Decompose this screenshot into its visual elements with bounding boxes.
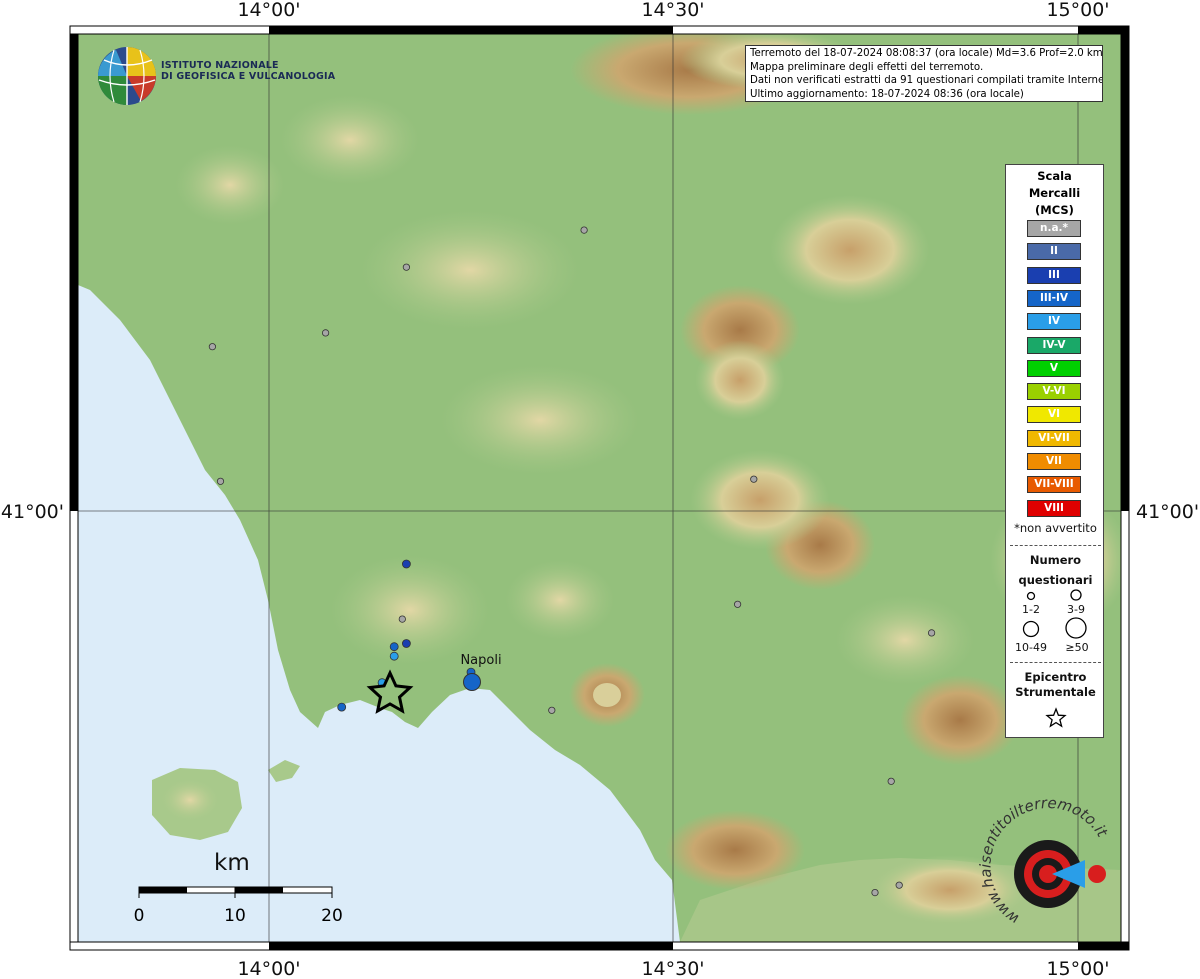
observation-point <box>895 881 903 889</box>
scale-tick-0: 0 <box>134 906 145 926</box>
observation-point <box>887 777 895 785</box>
legend-swatch: III-IV <box>1027 289 1081 307</box>
top-tick-2: 14°30' <box>641 0 704 21</box>
map-body <box>78 34 1121 942</box>
legend-title-line2: Mercalli <box>1028 186 1081 200</box>
globe-icon <box>98 47 156 105</box>
bottom-tick-3: 15°00' <box>1046 958 1109 979</box>
observation-point <box>402 263 410 271</box>
legend-swatch: III <box>1027 266 1081 284</box>
legend-epicenter-title: Epicentro Strumentale <box>1006 670 1105 700</box>
scale-tick-20: 20 <box>321 906 343 926</box>
legend-count-1-2: 1-2 <box>1022 603 1040 616</box>
observation-point <box>401 559 411 569</box>
event-info-box: Terremoto del 18-07-2024 08:08:37 (ora l… <box>745 45 1103 102</box>
legend-swatch: VII <box>1027 453 1081 470</box>
event-info-line3: Dati non verificati estratti da 91 quest… <box>750 75 1103 87</box>
legend-swatch: V <box>1027 359 1081 377</box>
event-info-line1: Terremoto del 18-07-2024 08:08:37 (ora l… <box>750 48 1103 59</box>
scale-tick-10: 10 <box>224 906 246 926</box>
legend-count-3-9: 3-9 <box>1067 603 1085 616</box>
observation-point <box>750 475 758 483</box>
event-info-line2: Mappa preliminare degli effetti del terr… <box>750 61 984 73</box>
legend-swatch: IV-V <box>1027 336 1081 354</box>
right-tick-1: 41°00' <box>1136 501 1199 523</box>
legend-not-felt-note: *non avvertito <box>1014 521 1097 535</box>
observation-point <box>733 600 742 608</box>
legend-swatch: VIII <box>1027 499 1081 517</box>
observation-point <box>871 888 879 897</box>
observation-point <box>208 343 216 351</box>
ingv-name-line1: ISTITUTO NAZIONALE <box>161 60 279 71</box>
ingv-name-line2: DI GEOFISICA E VULCANOLOGIA <box>161 71 336 82</box>
observation-point <box>927 629 936 637</box>
observation-point <box>321 329 330 337</box>
legend-swatch: IV <box>1027 313 1081 331</box>
legend-title-line1: Scala <box>1037 169 1072 183</box>
bottom-tick-2: 14°30' <box>641 958 704 979</box>
observation-point-napoli <box>463 673 481 691</box>
legend-star-icon <box>1045 707 1067 728</box>
legend-swatch: n.a.* <box>1027 220 1081 237</box>
legend-title: Scala Mercalli (MCS) <box>1006 168 1103 219</box>
ingv-name: ISTITUTO NAZIONALE DI GEOFISICA E VULCAN… <box>161 60 335 82</box>
top-tick-3: 15°00' <box>1046 0 1109 21</box>
observation-point <box>389 642 399 652</box>
legend-count-10-49: 10-49 <box>1015 641 1047 654</box>
place-label-napoli: Napoli <box>460 653 501 668</box>
legend-epicenter-line1: Epicentro <box>1024 670 1087 684</box>
observation-point <box>401 639 411 648</box>
legend-swatch: VII-VIII <box>1027 476 1081 494</box>
legend-swatch: V-VI <box>1027 383 1081 401</box>
legend-title-line3: (MCS) <box>1035 203 1074 217</box>
legend-swatch: VI <box>1027 406 1081 424</box>
legend-count-title: Numero questionari <box>1006 550 1105 590</box>
legend-count-title-line1: Numero <box>1029 553 1082 567</box>
legend-swatch: VI-VII <box>1027 429 1081 447</box>
bottom-tick-1: 14°00' <box>237 958 300 979</box>
top-tick-1: 14°00' <box>237 0 300 21</box>
observation-point <box>337 702 347 712</box>
event-info-line4: Ultimo aggiornamento: 18-07-2024 08:36 (… <box>750 88 1024 100</box>
observation-point <box>548 706 556 714</box>
legend-count-50plus: ≥50 <box>1065 641 1089 654</box>
scale-bar-unit: km <box>214 850 250 876</box>
left-tick-1: 41°00' <box>1 501 64 523</box>
legend: Scala Mercalli (MCS) n.a.* II III III-IV IV I… <box>1005 164 1104 738</box>
observation-point <box>398 615 406 623</box>
observation-point <box>580 226 588 234</box>
legend-swatch: II <box>1027 243 1081 261</box>
observation-point <box>216 477 225 485</box>
observation-point <box>389 651 399 661</box>
legend-epicenter-line2: Strumentale <box>1015 685 1096 699</box>
